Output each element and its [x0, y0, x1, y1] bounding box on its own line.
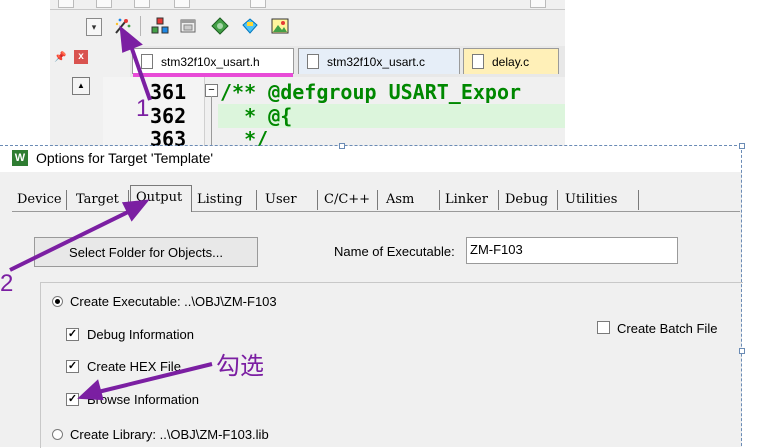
arrowhead-step2	[121, 199, 150, 222]
arrow-step2	[9, 208, 133, 272]
arrow-step1	[129, 45, 152, 101]
annotation-step2: 2	[0, 270, 14, 297]
arrow-check	[97, 362, 213, 394]
annotation-step1: 1	[136, 95, 150, 122]
annotation-arrows	[9, 25, 213, 401]
arrowhead-step1	[119, 25, 143, 53]
arrowhead-check	[77, 379, 104, 401]
annotation-check-note: 勾选	[216, 352, 264, 380]
